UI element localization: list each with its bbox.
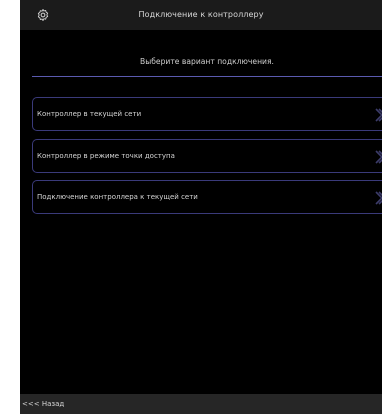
option-connect-to-network[interactable]: Подключение контроллера к текущей сети xyxy=(32,180,382,214)
option-label: Контроллер в режиме точки доступа xyxy=(37,152,175,160)
app-screen: Подключение к контроллеру Выберите вариа… xyxy=(20,0,382,414)
connection-prompt: Выберите вариант подключения. xyxy=(140,57,274,66)
option-access-point-mode[interactable]: Контроллер в режиме точки доступа xyxy=(32,139,382,173)
chevron-right-icon xyxy=(375,108,382,122)
back-button[interactable]: <<< Назад xyxy=(22,394,64,414)
option-current-network[interactable]: Контроллер в текущей сети xyxy=(32,97,382,131)
bottom-bar: <<< Назад xyxy=(20,394,382,414)
title-bar: Подключение к контроллеру xyxy=(20,0,382,30)
option-label: Контроллер в текущей сети xyxy=(37,110,142,118)
chevron-right-icon xyxy=(375,150,382,164)
option-label: Подключение контроллера к текущей сети xyxy=(37,193,198,201)
chevron-right-icon xyxy=(375,191,382,205)
divider xyxy=(32,76,382,77)
page-title: Подключение к контроллеру xyxy=(138,10,264,19)
